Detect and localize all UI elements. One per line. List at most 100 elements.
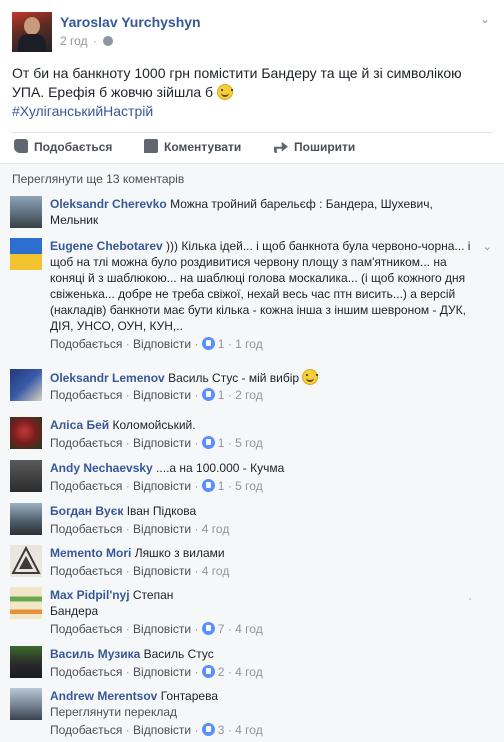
comment-like-link[interactable]: Подобається xyxy=(50,723,122,737)
commenter-avatar[interactable] xyxy=(10,587,42,619)
comment-text: Ляшко з вилами xyxy=(134,546,225,560)
comment-reply-link[interactable]: Відповісти xyxy=(133,337,191,351)
comment-reply-link[interactable]: Відповісти xyxy=(133,665,191,679)
like-count-icon xyxy=(201,388,215,401)
like-count[interactable]: 1 xyxy=(218,436,225,450)
comment-button[interactable]: Коментувати xyxy=(144,139,241,157)
chevron-down-icon[interactable]: ⌄ xyxy=(478,12,492,26)
comment-time[interactable]: 5 год xyxy=(235,479,263,493)
comment-options-icon[interactable]: ˎ xyxy=(468,589,472,601)
commenter-avatar[interactable] xyxy=(10,545,42,577)
commenter-avatar[interactable] xyxy=(10,646,42,678)
like-count-icon xyxy=(201,723,215,736)
like-count-icon xyxy=(201,479,215,492)
author-name[interactable]: Yaroslav Yurchyshyn xyxy=(60,14,201,30)
comment-time[interactable]: 2 год xyxy=(235,388,263,402)
comment-text-continued: Бандера xyxy=(50,604,99,618)
comment-meta: Подобається · Відповісти · 4 год xyxy=(50,522,230,536)
author-avatar[interactable] xyxy=(12,12,52,52)
comments-section: Переглянути ще 13 коментарів Oleksandr C… xyxy=(0,163,504,742)
post-time[interactable]: 2 год xyxy=(60,34,88,48)
comment-meta: Подобається · Відповісти · 3 · 4 год xyxy=(50,723,263,737)
see-translation-link[interactable]: Переглянути переклад xyxy=(50,705,177,719)
commenter-avatar[interactable] xyxy=(10,238,42,270)
comment-reply-link[interactable]: Відповісти xyxy=(133,564,191,578)
commenter-avatar[interactable] xyxy=(10,688,42,720)
comment-like-link[interactable]: Подобається xyxy=(50,665,122,679)
commenter-name[interactable]: Василь Музика xyxy=(50,647,140,661)
comment-text: Василь Стус - мій вибір xyxy=(168,371,300,385)
like-count[interactable]: 1 xyxy=(218,479,225,493)
comment-options-chevron-icon[interactable]: ⌄ xyxy=(483,240,492,253)
comment-reply-link[interactable]: Відповісти xyxy=(133,479,191,493)
view-more-comments-link[interactable]: Переглянути ще 13 коментарів xyxy=(12,172,184,186)
commenter-name[interactable]: Memento Mori xyxy=(50,546,131,560)
comment-text: ))) Кілька ідей... і щоб банкнота була ч… xyxy=(50,239,471,333)
comment-like-link[interactable]: Подобається xyxy=(50,622,122,636)
like-count-icon xyxy=(201,622,215,635)
like-count[interactable]: 1 xyxy=(218,337,225,351)
comment-icon xyxy=(144,139,158,153)
comment-time[interactable]: 4 год xyxy=(202,564,230,578)
like-count[interactable]: 2 xyxy=(218,665,225,679)
commenter-avatar[interactable] xyxy=(10,417,42,449)
comment-like-link[interactable]: Подобається xyxy=(50,436,122,450)
like-count-icon xyxy=(201,436,215,449)
share-button[interactable]: Поширити xyxy=(274,139,355,157)
comment-like-link[interactable]: Подобається xyxy=(50,522,122,536)
comment-reply-link[interactable]: Відповісти xyxy=(133,522,191,536)
comment-meta: Подобається · Відповісти · 2 · 4 год xyxy=(50,665,263,679)
comment-time[interactable]: 4 год xyxy=(202,522,230,536)
post-text-line-1: От би на банкноту 1000 грн помістити Бан… xyxy=(12,65,462,81)
share-icon xyxy=(274,141,288,153)
comment-meta: Подобається · Відповісти · 1 · 1 год xyxy=(50,337,263,351)
commenter-name[interactable]: Eugene Chebotarev xyxy=(50,239,163,253)
comment-time[interactable]: 5 год xyxy=(235,436,263,450)
triangle-emblem-icon xyxy=(11,545,41,574)
post-actions-bar: Подобається Коментувати Поширити xyxy=(12,132,492,162)
comment-time[interactable]: 4 год xyxy=(235,723,263,737)
like-count[interactable]: 7 xyxy=(218,622,225,636)
comment-time[interactable]: 4 год xyxy=(235,665,263,679)
commenter-avatar[interactable] xyxy=(10,369,42,401)
commenter-avatar[interactable] xyxy=(10,196,42,228)
comment-meta: Подобається · Відповісти · 1 · 5 год xyxy=(50,479,263,493)
like-count-icon xyxy=(201,337,215,350)
comment-meta: Подобається · Відповісти · 1 · 5 год xyxy=(50,436,263,450)
comment-like-link[interactable]: Подобається xyxy=(50,337,122,351)
comment-text: ....а на 100.000 - Кучма xyxy=(156,461,285,475)
hashtag-link[interactable]: #ХуліганськийНастрій xyxy=(12,102,490,121)
comment-reply-link[interactable]: Відповісти xyxy=(133,388,191,402)
comment-reply-link[interactable]: Відповісти xyxy=(133,622,191,636)
commenter-name[interactable]: Oleksandr Cherevko xyxy=(50,197,167,211)
commenter-avatar[interactable] xyxy=(10,503,42,535)
post-text: От би на банкноту 1000 грн помістити Бан… xyxy=(12,64,490,121)
commenter-avatar[interactable] xyxy=(10,460,42,492)
comment-like-link[interactable]: Подобається xyxy=(50,479,122,493)
smile-emoji-icon xyxy=(216,84,233,100)
comment-like-link[interactable]: Подобається xyxy=(50,388,122,402)
commenter-name[interactable]: Oleksandr Lemenov xyxy=(50,371,165,385)
comment-time[interactable]: 4 год xyxy=(235,622,263,636)
post-meta: 2 год · xyxy=(60,34,114,48)
commenter-name[interactable]: Max Pidpil'nyj xyxy=(50,588,130,602)
commenter-name[interactable]: Andy Nechaevsky xyxy=(50,461,153,475)
commenter-name[interactable]: Богдан Вуєк xyxy=(50,504,123,518)
thumbs-up-icon xyxy=(14,139,28,153)
commenter-name[interactable]: Andrew Merentsov xyxy=(50,689,157,703)
comment-like-link[interactable]: Подобається xyxy=(50,564,122,578)
comment-text: Коломойський. xyxy=(112,418,196,432)
comment-text: Василь Стус xyxy=(143,647,214,661)
facebook-post: Yaroslav Yurchyshyn 2 год · ⌄ От би на б… xyxy=(0,0,504,742)
commenter-name[interactable]: Аліса Бей xyxy=(50,418,109,432)
comment-meta: Подобається · Відповісти · 4 год xyxy=(50,564,230,578)
comment-text: Іван Підкова xyxy=(126,504,197,518)
comment-reply-link[interactable]: Відповісти xyxy=(133,436,191,450)
like-button[interactable]: Подобається xyxy=(14,139,112,157)
comment-reply-link[interactable]: Відповісти xyxy=(133,723,191,737)
like-count[interactable]: 3 xyxy=(218,723,225,737)
comment-time[interactable]: 1 год xyxy=(235,337,263,351)
comment-text: Гонтарева xyxy=(160,689,218,703)
like-count[interactable]: 1 xyxy=(218,388,225,402)
smile-emoji-icon xyxy=(302,369,319,385)
